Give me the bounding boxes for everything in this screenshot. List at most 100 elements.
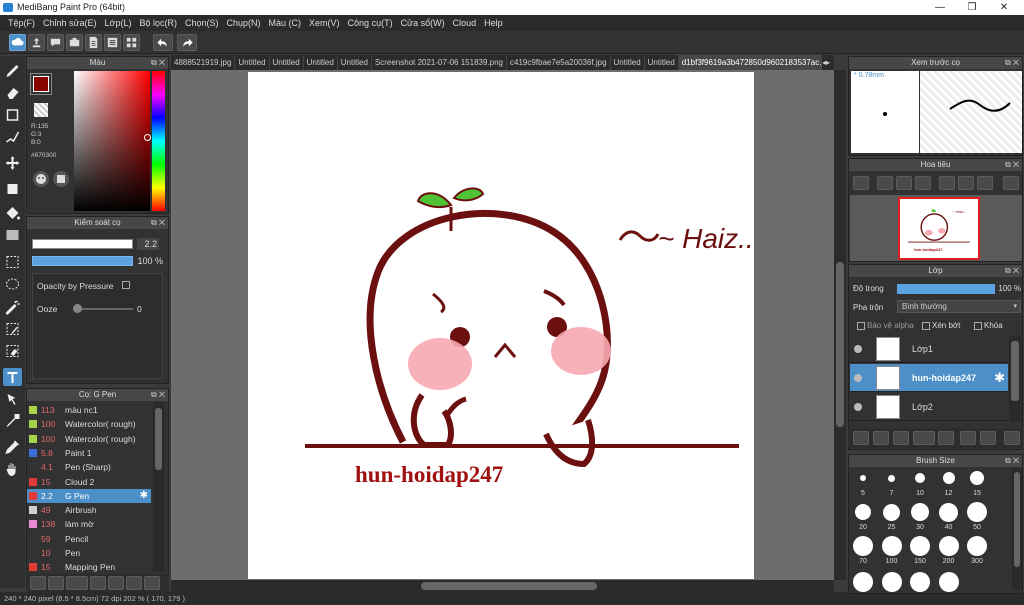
eyedropper-tool-icon[interactable] <box>3 438 22 456</box>
brush-list-item[interactable]: 100 Watercolor( rough) <box>27 432 151 446</box>
color-history-icon[interactable] <box>53 171 69 187</box>
undo-icon[interactable] <box>153 34 173 51</box>
upload-icon[interactable] <box>28 34 45 51</box>
menu-item-1[interactable]: Chỉnh sửa(E) <box>39 18 101 28</box>
brush-size-scrollbar[interactable] <box>1012 468 1022 590</box>
visibility-eye-icon[interactable] <box>854 345 862 353</box>
close-button[interactable]: ✕ <box>988 0 1020 15</box>
brush-tool-icon[interactable] <box>3 62 22 80</box>
brush-list-item[interactable]: 15 Cloud 2 <box>27 475 151 489</box>
brush-size-preset[interactable] <box>883 503 900 521</box>
brush-settings-icon[interactable] <box>66 576 88 590</box>
flip-icon[interactable] <box>1003 176 1019 190</box>
color-picker-cursor[interactable] <box>144 134 151 141</box>
bucket-tool-icon[interactable] <box>3 204 22 222</box>
zoom-in-alt-icon[interactable] <box>877 176 893 190</box>
menu-item-10[interactable]: Cloud <box>449 18 481 28</box>
grid-icon[interactable] <box>123 34 140 51</box>
rotate-left-icon[interactable] <box>939 176 955 190</box>
brush-size-preset[interactable] <box>853 572 873 592</box>
palette-icon[interactable] <box>33 171 49 187</box>
canvas-vertical-scrollbar[interactable] <box>834 70 846 580</box>
lock-option[interactable]: Khóa <box>974 321 1003 330</box>
rectangle-tool-icon[interactable] <box>3 106 22 124</box>
zoom-out-icon[interactable] <box>915 176 931 190</box>
layer-list-scrollbar[interactable] <box>1009 336 1021 422</box>
brush-size-preset[interactable] <box>853 536 873 556</box>
menu-item-5[interactable]: Chụp(N) <box>223 18 265 28</box>
document-tab[interactable]: Untitled <box>611 55 645 70</box>
brush-size-value[interactable]: 2.2 <box>137 238 159 250</box>
menu-item-3[interactable]: Bộ lọc(R) <box>135 18 181 28</box>
brush-list-item[interactable]: 113 màu nc1 <box>27 403 151 417</box>
select-tool-icon[interactable] <box>3 253 22 271</box>
drawing-canvas[interactable]: ~ Haiz... hun-hoidap247 <box>248 72 761 579</box>
brush-size-preset[interactable] <box>855 504 871 520</box>
select-eraser-tool-icon[interactable] <box>3 342 22 360</box>
layer-row[interactable]: Lớp2 <box>850 393 1008 421</box>
zoom-in-icon[interactable] <box>853 176 869 190</box>
duplicate-layer-icon[interactable] <box>960 431 976 445</box>
navigator-thumbnail[interactable]: ~ Haiz... hun-hoidap247 <box>898 197 980 260</box>
menu-item-2[interactable]: Lớp(L) <box>101 18 136 28</box>
brush-size-preset[interactable] <box>938 572 959 592</box>
brush-list-item[interactable]: 15 Mapping Pen <box>27 560 151 574</box>
menu-item-9[interactable]: Cửa sổ(W) <box>397 18 449 28</box>
operation-tool-icon[interactable] <box>3 390 22 408</box>
document-tab[interactable]: 4888521919.jpg <box>171 55 236 70</box>
document-tab[interactable]: Untitled <box>645 55 679 70</box>
brush-size-preset[interactable] <box>911 503 929 521</box>
merge-layer-icon[interactable] <box>980 431 996 445</box>
brush-list-item[interactable]: 5.8 Paint 1 <box>27 446 151 460</box>
layer-folder-icon[interactable] <box>938 431 954 445</box>
brush-size-preset[interactable] <box>910 572 930 592</box>
menu-item-11[interactable]: Help <box>480 18 507 28</box>
delete-brush-icon[interactable] <box>144 576 160 590</box>
minimize-button[interactable]: — <box>924 0 956 15</box>
document-tab[interactable]: Untitled <box>304 55 338 70</box>
brush-size-slider[interactable] <box>32 239 133 249</box>
select-pen-tool-icon[interactable] <box>3 320 22 338</box>
lasso-tool-icon[interactable] <box>3 276 22 294</box>
brush-size-preset[interactable] <box>881 572 902 592</box>
primary-color-swatch[interactable] <box>30 73 52 95</box>
navigator-view[interactable]: ~ Haiz... hun-hoidap247 <box>850 195 1022 261</box>
brush-size-preset[interactable] <box>881 536 902 556</box>
tab-scroll-arrows[interactable]: ◂▸ <box>822 55 834 70</box>
new-layer-icon[interactable] <box>853 431 869 445</box>
brush-list-item[interactable]: 59 Pencil <box>27 532 151 546</box>
document-icon[interactable] <box>85 34 102 51</box>
new-8bit-layer-icon[interactable] <box>893 431 909 445</box>
brush-size-preset[interactable] <box>970 471 984 485</box>
gradient-tool-icon[interactable] <box>3 226 22 244</box>
brush-size-preset[interactable] <box>910 536 930 556</box>
document-tab[interactable]: Screenshot 2021-07-06 151839.png <box>372 55 507 70</box>
share-icon[interactable] <box>66 34 83 51</box>
transparent-swatch[interactable] <box>34 103 48 117</box>
brush-size-preset[interactable] <box>938 536 959 556</box>
delete-layer-icon[interactable] <box>1004 431 1020 445</box>
text-tool-icon[interactable] <box>3 368 22 386</box>
menu-item-8[interactable]: Công cụ(T) <box>344 18 397 28</box>
hue-slider[interactable] <box>152 71 165 211</box>
brush-size-preset[interactable] <box>967 502 987 522</box>
brush-list-item[interactable]: 2.2 G Pen ✱ <box>27 488 151 503</box>
visibility-eye-icon[interactable] <box>854 403 862 411</box>
canvas-horizontal-scrollbar[interactable] <box>171 580 834 592</box>
comment-icon[interactable] <box>47 34 64 51</box>
new-halftone-layer-icon[interactable] <box>873 431 889 445</box>
layer-row[interactable]: Lớp1 <box>850 335 1008 363</box>
brush-size-preset[interactable] <box>939 502 958 522</box>
redo-icon[interactable] <box>177 34 197 51</box>
brush-opacity-slider[interactable] <box>32 256 133 266</box>
rotate-right-icon[interactable] <box>977 176 993 190</box>
brush-list-item[interactable]: 100 Watercolor( rough) <box>27 417 151 431</box>
document-tab[interactable]: c419c9fbae7e5a20036f.jpg <box>507 55 611 70</box>
brush-list-item[interactable]: 138 làm mờ <box>27 517 151 531</box>
layer-add-menu-icon[interactable] <box>913 431 935 445</box>
clipping-option[interactable]: Xén bớt <box>922 321 960 330</box>
eraser-tool-icon[interactable] <box>3 84 22 102</box>
brush-properties-icon[interactable] <box>90 576 106 590</box>
move-tool-icon[interactable] <box>3 154 22 172</box>
menu-item-4[interactable]: Chọn(S) <box>181 18 223 28</box>
